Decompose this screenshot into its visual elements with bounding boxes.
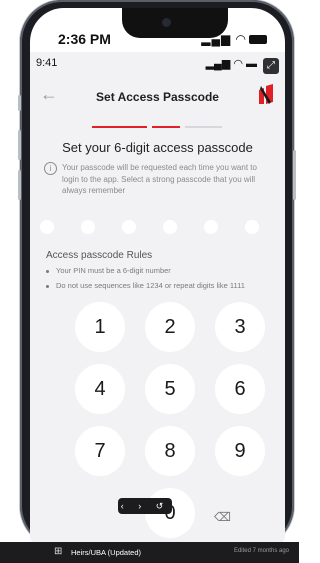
key-9[interactable]: 9 xyxy=(215,426,265,476)
key-2[interactable]: 2 xyxy=(145,302,195,352)
mute-switch xyxy=(18,95,21,111)
pin-dot xyxy=(163,220,177,234)
passcode-heading: Set your 6-digit access passcode xyxy=(62,140,253,155)
pin-dot xyxy=(122,220,136,234)
info-icon: i xyxy=(44,162,57,175)
outer-status-bar: 2:36 PM ▂▄▆ ◠ xyxy=(30,28,285,50)
camera-dot xyxy=(162,18,171,27)
phone-screen: 2:36 PM ▂▄▆ ◠ 9:41 ▂▄▆ ◠ ▬ ⤢ ← Set Acces… xyxy=(30,8,285,543)
key-6[interactable]: 6 xyxy=(215,364,265,414)
step-progress xyxy=(92,126,222,128)
brand-logo-icon xyxy=(259,84,273,104)
progress-step-2 xyxy=(152,126,180,128)
edited-timestamp: Edited 7 months ago xyxy=(233,548,289,554)
signal-wifi-icon: ▂▄▆ ◠ xyxy=(201,32,267,46)
rules-title: Access passcode Rules xyxy=(46,250,153,261)
file-icon: ⊞ xyxy=(54,546,63,557)
info-text: Your passcode will be requested each tim… xyxy=(62,163,257,195)
key-8[interactable]: 8 xyxy=(145,426,195,476)
inner-clock: 9:41 xyxy=(36,57,58,69)
progress-step-1 xyxy=(92,126,147,128)
key-7[interactable]: 7 xyxy=(75,426,125,476)
inner-signal-icon: ▂▄▆ ◠ ▬ xyxy=(205,58,257,70)
backspace-icon[interactable]: ⌫ xyxy=(214,510,231,524)
pin-dot xyxy=(40,220,54,234)
expand-icon[interactable]: ⤢ xyxy=(263,58,279,74)
battery-icon xyxy=(249,35,267,45)
progress-step-3 xyxy=(185,126,222,128)
bottom-bar: ⊞ Heirs/UBA (Updated) Edited 7 months ag… xyxy=(0,542,299,563)
header: ← Set Access Passcode xyxy=(30,78,285,118)
inner-status-bar: 9:41 ▂▄▆ ◠ ▬ xyxy=(30,52,285,76)
outer-clock: 2:36 PM xyxy=(58,31,111,47)
viewer-nav-controls[interactable]: ‹ › ↺ xyxy=(118,498,172,514)
pin-dots xyxy=(40,220,275,240)
volume-down-button xyxy=(18,170,21,200)
key-3[interactable]: 3 xyxy=(215,302,265,352)
pin-dot xyxy=(81,220,95,234)
rule-item: Your PIN must be a 6-digit number xyxy=(46,266,171,275)
rule-item: Do not use sequences like 1234 or repeat… xyxy=(46,281,245,290)
power-button xyxy=(293,150,296,200)
page-title: Set Access Passcode xyxy=(96,90,219,104)
pin-dot xyxy=(245,220,259,234)
pin-dot xyxy=(204,220,218,234)
key-4[interactable]: 4 xyxy=(75,364,125,414)
key-5[interactable]: 5 xyxy=(145,364,195,414)
volume-up-button xyxy=(18,130,21,160)
key-1[interactable]: 1 xyxy=(75,302,125,352)
app-screen: 9:41 ▂▄▆ ◠ ▬ ⤢ ← Set Access Passcode Set… xyxy=(30,52,285,543)
file-name[interactable]: Heirs/UBA (Updated) xyxy=(71,548,141,557)
